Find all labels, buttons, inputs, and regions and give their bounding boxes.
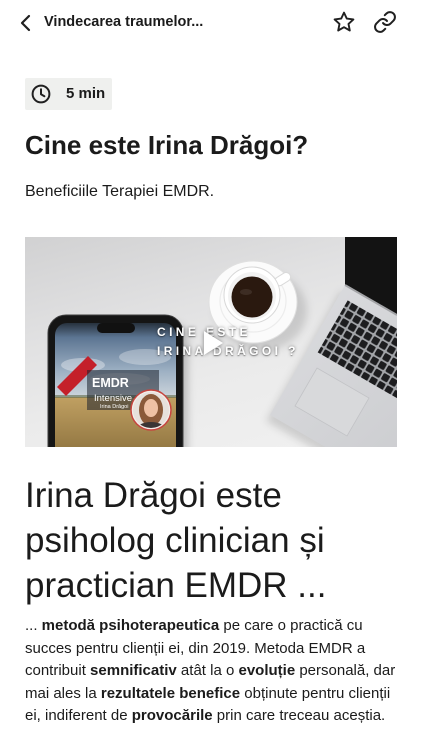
video-overlay-line-1: CINE ESTE [157,325,251,339]
paragraph-bold-text: provocările [131,707,213,724]
paragraph-text: prin care treceau aceștia. [212,707,386,724]
reading-time-badge: 5 min [25,78,112,110]
chevron-left-icon[interactable] [18,13,34,33]
video-player[interactable]: EMDR Intensive Irina Drăgoi CINE ESTE IR… [25,237,397,447]
paragraph-text: ... [25,617,42,634]
top-bar: Vindecarea traumelor... [0,0,422,46]
paragraph-bold-text: semnificativ [90,662,177,679]
video-overlay-title: CINE ESTE IRINA DRĂGOI ? [157,323,299,361]
link-icon[interactable] [373,10,397,34]
star-outline-icon[interactable] [332,10,356,34]
phone-screen-author: Irina Drăgoi [100,404,128,410]
paragraph-text: atât la o [176,662,239,679]
reading-time-label: 5 min [66,85,106,102]
article-paragraph: ... metodă psihoterapeutica pe care o pr… [25,615,405,728]
video-overlay-line-2: IRINA DRĂGOI ? [157,344,299,358]
header-title: Vindecarea traumelor... [44,14,204,30]
phone-screen-title: EMDR [92,376,129,390]
clock-icon [31,84,51,104]
phone-screen-subtitle: Intensive [94,393,132,404]
article-title: Cine este Irina Drăgoi? [25,130,309,160]
article-subtitle: Beneficiile Terapiei EMDR. [25,183,215,200]
article-heading: Irina Drăgoi este psiholog clinician și … [25,476,327,605]
play-icon[interactable] [201,329,225,357]
paragraph-bold-text: metodă psihoterapeutica [41,617,220,634]
paragraph-bold-text: evoluție [238,662,296,679]
paragraph-bold-text: rezultatele benefice [100,684,241,702]
